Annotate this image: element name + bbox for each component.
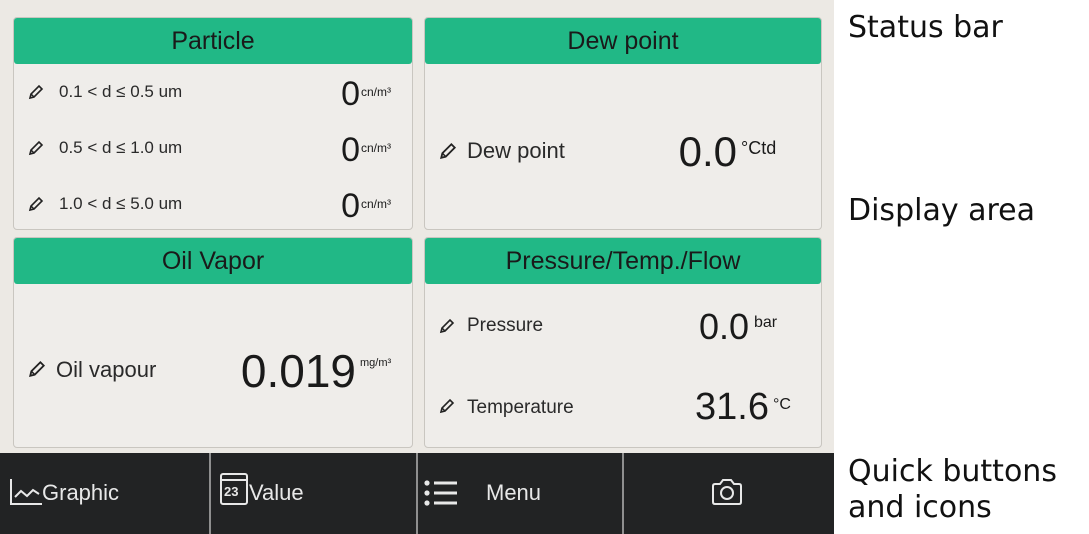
graphic-button-label: Graphic (42, 480, 120, 505)
dew-point-unit: °Ctd (741, 138, 777, 158)
particle-row-value: 0 (341, 187, 360, 225)
value-button-label: Value (249, 480, 304, 505)
oil-vapour-unit: mg/m³ (360, 357, 392, 369)
pencil-icon[interactable] (439, 398, 455, 414)
pressure-temp-flow-panel: Pressure/Temp./Flow Pressure 0.0 bar Tem… (424, 237, 822, 448)
menu-list-icon (424, 480, 457, 506)
menu-button-label: Menu (486, 480, 542, 505)
calendar-icon-number: 23 (224, 484, 239, 499)
menu-button[interactable]: Menu (418, 453, 622, 534)
particle-row-unit: cn/m³ (361, 197, 391, 211)
dew-point-row[interactable]: Dew point 0.0 °Ctd (425, 128, 821, 175)
temperature-label: Temperature (467, 397, 574, 418)
camera-button[interactable] (624, 453, 834, 534)
particle-panel-title: Particle (14, 18, 412, 64)
pencil-icon[interactable] (28, 360, 46, 378)
calendar-icon: 23 (220, 473, 248, 505)
line-chart-icon (10, 479, 42, 505)
particle-row-label: 0.5 < d ≤ 1.0 um (59, 138, 183, 157)
pencil-icon[interactable] (28, 196, 44, 212)
particle-row-label: 0.1 < d ≤ 0.5 um (59, 82, 183, 101)
particle-row-unit: cn/m³ (361, 141, 391, 155)
graphic-button[interactable]: Graphic (0, 453, 208, 534)
particle-row-3[interactable]: 1.0 < d ≤ 5.0 um 0 cn/m³ (14, 184, 412, 225)
pencil-icon[interactable] (439, 318, 455, 334)
particle-row-value: 0 (341, 131, 360, 169)
dew-point-panel: Dew point Dew point 0.0 °Ctd (424, 17, 822, 230)
pressure-unit: bar (754, 314, 778, 331)
device-screen: Particle 0.1 < d ≤ 0.5 um 0 cn/m³ 0.5 < … (0, 0, 834, 534)
camera-icon (712, 479, 742, 505)
temperature-value: 31.6 (695, 386, 769, 428)
temperature-unit: °C (773, 396, 791, 413)
dew-point-value: 0.0 (678, 128, 737, 175)
oil-vapor-panel: Oil Vapor Oil vapour 0.019 mg/m³ (13, 237, 413, 448)
temperature-row[interactable]: Temperature 31.6 °C (425, 386, 821, 430)
pencil-icon[interactable] (28, 84, 44, 100)
particle-row-label: 1.0 < d ≤ 5.0 um (59, 194, 183, 213)
pressure-temp-flow-panel-title: Pressure/Temp./Flow (425, 238, 821, 284)
particle-panel: Particle 0.1 < d ≤ 0.5 um 0 cn/m³ 0.5 < … (13, 17, 413, 230)
quick-buttons-annotation-line1: Quick buttons (848, 454, 1057, 489)
particle-row-value: 0 (341, 75, 360, 113)
display-area-annotation: Display area (848, 193, 1036, 228)
pressure-value: 0.0 (698, 306, 749, 347)
particle-row-unit: cn/m³ (361, 85, 391, 99)
quick-buttons-annotation-line2: and icons (848, 490, 992, 525)
dew-point-panel-title: Dew point (425, 18, 821, 64)
status-bar-annotation: Status bar (848, 10, 1003, 45)
pressure-label: Pressure (467, 315, 544, 336)
pencil-icon[interactable] (28, 140, 44, 156)
oil-vapor-panel-title: Oil Vapor (14, 238, 412, 284)
oil-vapour-label: Oil vapour (56, 357, 157, 382)
particle-row-1[interactable]: 0.1 < d ≤ 0.5 um 0 cn/m³ (14, 72, 412, 113)
oil-vapour-value: 0.019 (240, 345, 356, 397)
value-button[interactable]: 23 Value (211, 453, 416, 534)
quick-buttons-bar: Graphic 23 Value Menu (0, 453, 834, 534)
dew-point-label: Dew point (467, 138, 565, 163)
pressure-row[interactable]: Pressure 0.0 bar (425, 306, 821, 350)
particle-row-2[interactable]: 0.5 < d ≤ 1.0 um 0 cn/m³ (14, 128, 412, 169)
oil-vapour-row[interactable]: Oil vapour 0.019 mg/m³ (14, 345, 412, 397)
pencil-icon[interactable] (439, 142, 457, 160)
